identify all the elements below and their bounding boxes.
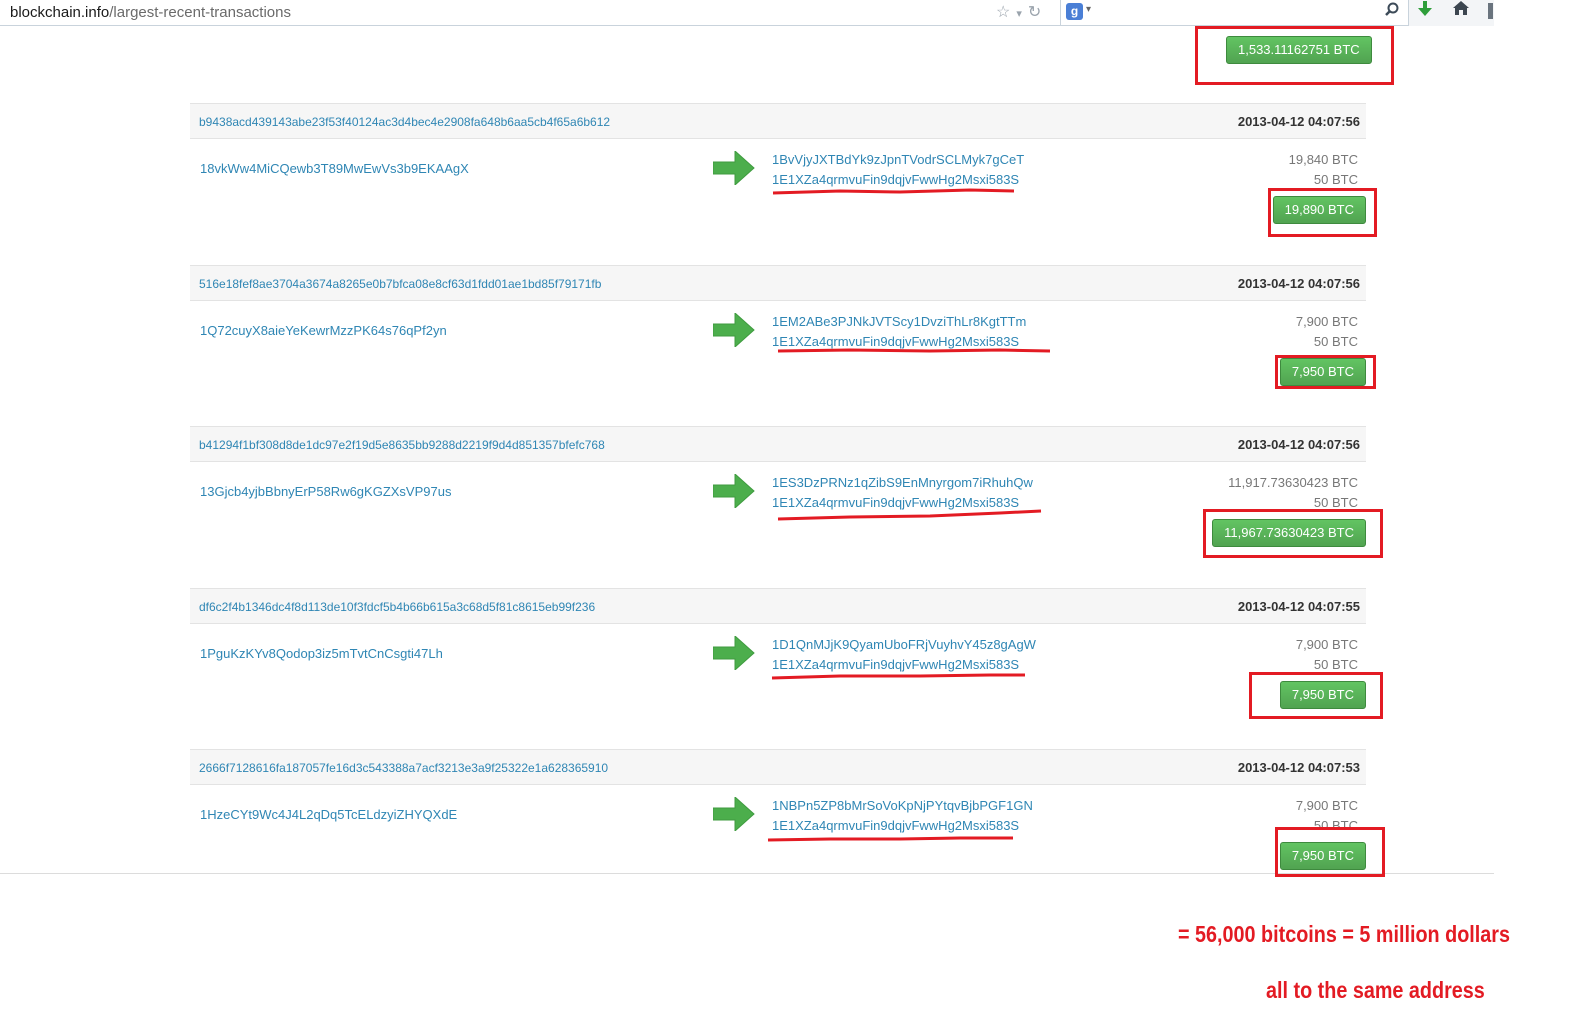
highlight-box [1203, 509, 1383, 558]
to-address-link[interactable]: 1E1XZa4qrmvuFin9dqjvFwwHg2Msxi583S [772, 495, 1019, 510]
transaction-header: df6c2f4b1346dc4f8d113de10f3fdcf5b4b66b61… [190, 588, 1366, 624]
from-address-link[interactable]: 18vkWw4MiCQewb3T89MwEwVs3b9EKAAgX [200, 161, 469, 176]
to-address-link[interactable]: 1E1XZa4qrmvuFin9dqjvFwwHg2Msxi583S [772, 818, 1019, 833]
divider [0, 873, 1494, 874]
highlight-box [1275, 827, 1385, 877]
transaction-header: 2666f7128616fa187057fe16d3c543388a7acf32… [190, 749, 1366, 785]
from-address-link[interactable]: 1HzeCYt9Wc4J4L2qDq5TcELdzyiZHYQXdE [200, 807, 457, 822]
arrow-right-icon [712, 634, 755, 675]
transaction-row: df6c2f4b1346dc4f8d113de10f3fdcf5b4b66b61… [190, 588, 1366, 740]
transaction-time: 2013-04-12 04:07:56 [1237, 437, 1360, 452]
highlight-box [1249, 672, 1383, 719]
output-amount: 7,900 BTC [1295, 314, 1358, 329]
output-amount: 50 BTC [1313, 172, 1358, 187]
to-address-link[interactable]: 1E1XZa4qrmvuFin9dqjvFwwHg2Msxi583S [772, 657, 1019, 672]
output-amount: 50 BTC [1313, 334, 1358, 349]
transaction-body: 13Gjcb4yjbBbnyErP58Rw6gKGZXsVP97us 1ES3Dz… [190, 462, 1366, 578]
divider [1060, 0, 1061, 26]
home-icon[interactable] [1452, 0, 1470, 21]
transaction-body: 1Q72cuyX8aieYeKewrMzzPK64s76qPf2yn 1EM2AB… [190, 301, 1366, 417]
to-address-link[interactable]: 1BvVjyJXTBdYk9zJpnTVodrSCLMyk7gCeT [772, 152, 1024, 167]
transaction-time: 2013-04-12 04:07:56 [1237, 114, 1360, 129]
annotation-caption: all to the same address [1266, 977, 1485, 1003]
transaction-time: 2013-04-12 04:07:55 [1237, 599, 1360, 614]
transaction-hash-link[interactable]: b41294f1bf308d8de1dc97e2f19d5e8635bb9288… [199, 438, 605, 452]
transaction-hash-link[interactable]: 516e18fef8ae3704a3674a8265e0b7bfca08e8cf… [199, 277, 601, 291]
output-amount: 7,900 BTC [1295, 637, 1358, 652]
transaction-row: b41294f1bf308d8de1dc97e2f19d5e8635bb9288… [190, 426, 1366, 578]
transaction-row: 516e18fef8ae3704a3674a8265e0b7bfca08e8cf… [190, 265, 1366, 417]
highlight-box [1268, 188, 1377, 237]
google-icon[interactable]: g [1066, 3, 1083, 20]
transaction-header: 516e18fef8ae3704a3674a8265e0b7bfca08e8cf… [190, 265, 1366, 301]
url-text[interactable]: blockchain.info/largest-recent-transacti… [10, 4, 291, 21]
search-input[interactable] [1100, 1, 1409, 25]
transaction-header: b41294f1bf308d8de1dc97e2f19d5e8635bb9288… [190, 426, 1366, 462]
from-address-link[interactable]: 13Gjcb4yjbBbnyErP58Rw6gKGZXsVP97us [200, 484, 451, 499]
output-amount: 7,900 BTC [1295, 798, 1358, 813]
to-address-link[interactable]: 1NBPn5ZP8bMrSoVoKpNjPYtqvBjbPGF1GN [772, 798, 1033, 813]
transaction-time: 2013-04-12 04:07:53 [1237, 760, 1360, 775]
arrow-right-icon [712, 472, 755, 513]
search-icon[interactable] [1385, 2, 1399, 20]
transaction-hash-link[interactable]: df6c2f4b1346dc4f8d113de10f3fdcf5b4b66b61… [199, 600, 595, 614]
menu-icon[interactable] [1488, 3, 1493, 19]
output-amount: 50 BTC [1313, 657, 1358, 672]
transaction-header: b9438acd439143abe23f53f40124ac3d4bec4e29… [190, 103, 1366, 139]
url-path: /largest-recent-transactions [109, 4, 291, 21]
output-amount: 19,840 BTC [1288, 152, 1358, 167]
to-address-link[interactable]: 1ES3DzPRNz1qZibS9EnMnyrgom7iRhuhQw [772, 475, 1033, 490]
reload-icon[interactable]: ↻ [1028, 4, 1041, 21]
transaction-body: 18vkWw4MiCQewb3T89MwEwVs3b9EKAAgX 1BvVjyJ… [190, 139, 1366, 255]
transaction-hash-link[interactable]: 2666f7128616fa187057fe16d3c543388a7acf32… [199, 761, 608, 775]
arrow-right-icon [712, 795, 755, 836]
highlight-box [1195, 26, 1394, 85]
dropdown-icon[interactable]: ▾ [1016, 8, 1022, 20]
to-address-link[interactable]: 1E1XZa4qrmvuFin9dqjvFwwHg2Msxi583S [772, 334, 1019, 349]
output-amount: 11,917.73630423 BTC [1228, 475, 1358, 490]
transaction-time: 2013-04-12 04:07:56 [1237, 276, 1360, 291]
to-address-link[interactable]: 1D1QnMJjK9QyamUboFRjVuyhvY45z8gAgW [772, 637, 1036, 652]
transaction-hash-link[interactable]: b9438acd439143abe23f53f40124ac3d4bec4e29… [199, 115, 610, 129]
to-address-link[interactable]: 1E1XZa4qrmvuFin9dqjvFwwHg2Msxi583S [772, 172, 1019, 187]
highlight-box [1275, 355, 1376, 389]
transaction-row: b9438acd439143abe23f53f40124ac3d4bec4e29… [190, 103, 1366, 255]
from-address-link[interactable]: 1Q72cuyX8aieYeKewrMzzPK64s76qPf2yn [200, 323, 447, 338]
url-actions: ☆ ▾ ↻ [996, 2, 1047, 22]
annotation-caption: = 56,000 bitcoins = 5 million dollars [1178, 921, 1511, 947]
arrow-right-icon [712, 149, 755, 190]
transaction-body: 1PguKzKYv8Qodop3iz5mTvtCnCsgti47Lh 1D1QnM… [190, 624, 1366, 740]
arrow-right-icon [712, 311, 755, 352]
url-host: blockchain.info [10, 4, 110, 21]
from-address-link[interactable]: 1PguKzKYv8Qodop3iz5mTvtCnCsgti47Lh [200, 646, 443, 661]
download-icon[interactable] [1418, 1, 1432, 22]
output-amount: 50 BTC [1313, 495, 1358, 510]
transaction-row: 2666f7128616fa187057fe16d3c543388a7acf32… [190, 749, 1366, 901]
transaction-body: 1HzeCYt9Wc4J4L2qDq5TcELdzyiZHYQXdE 1NBPn5… [190, 785, 1366, 901]
page-margin [1494, 0, 1574, 1036]
to-address-link[interactable]: 1EM2ABe3PJNkJVTScy1DvziThLr8KgtTTm [772, 314, 1026, 329]
chevron-down-icon[interactable]: ▾ [1086, 4, 1091, 15]
bookmark-star-icon[interactable]: ☆ [996, 4, 1010, 21]
